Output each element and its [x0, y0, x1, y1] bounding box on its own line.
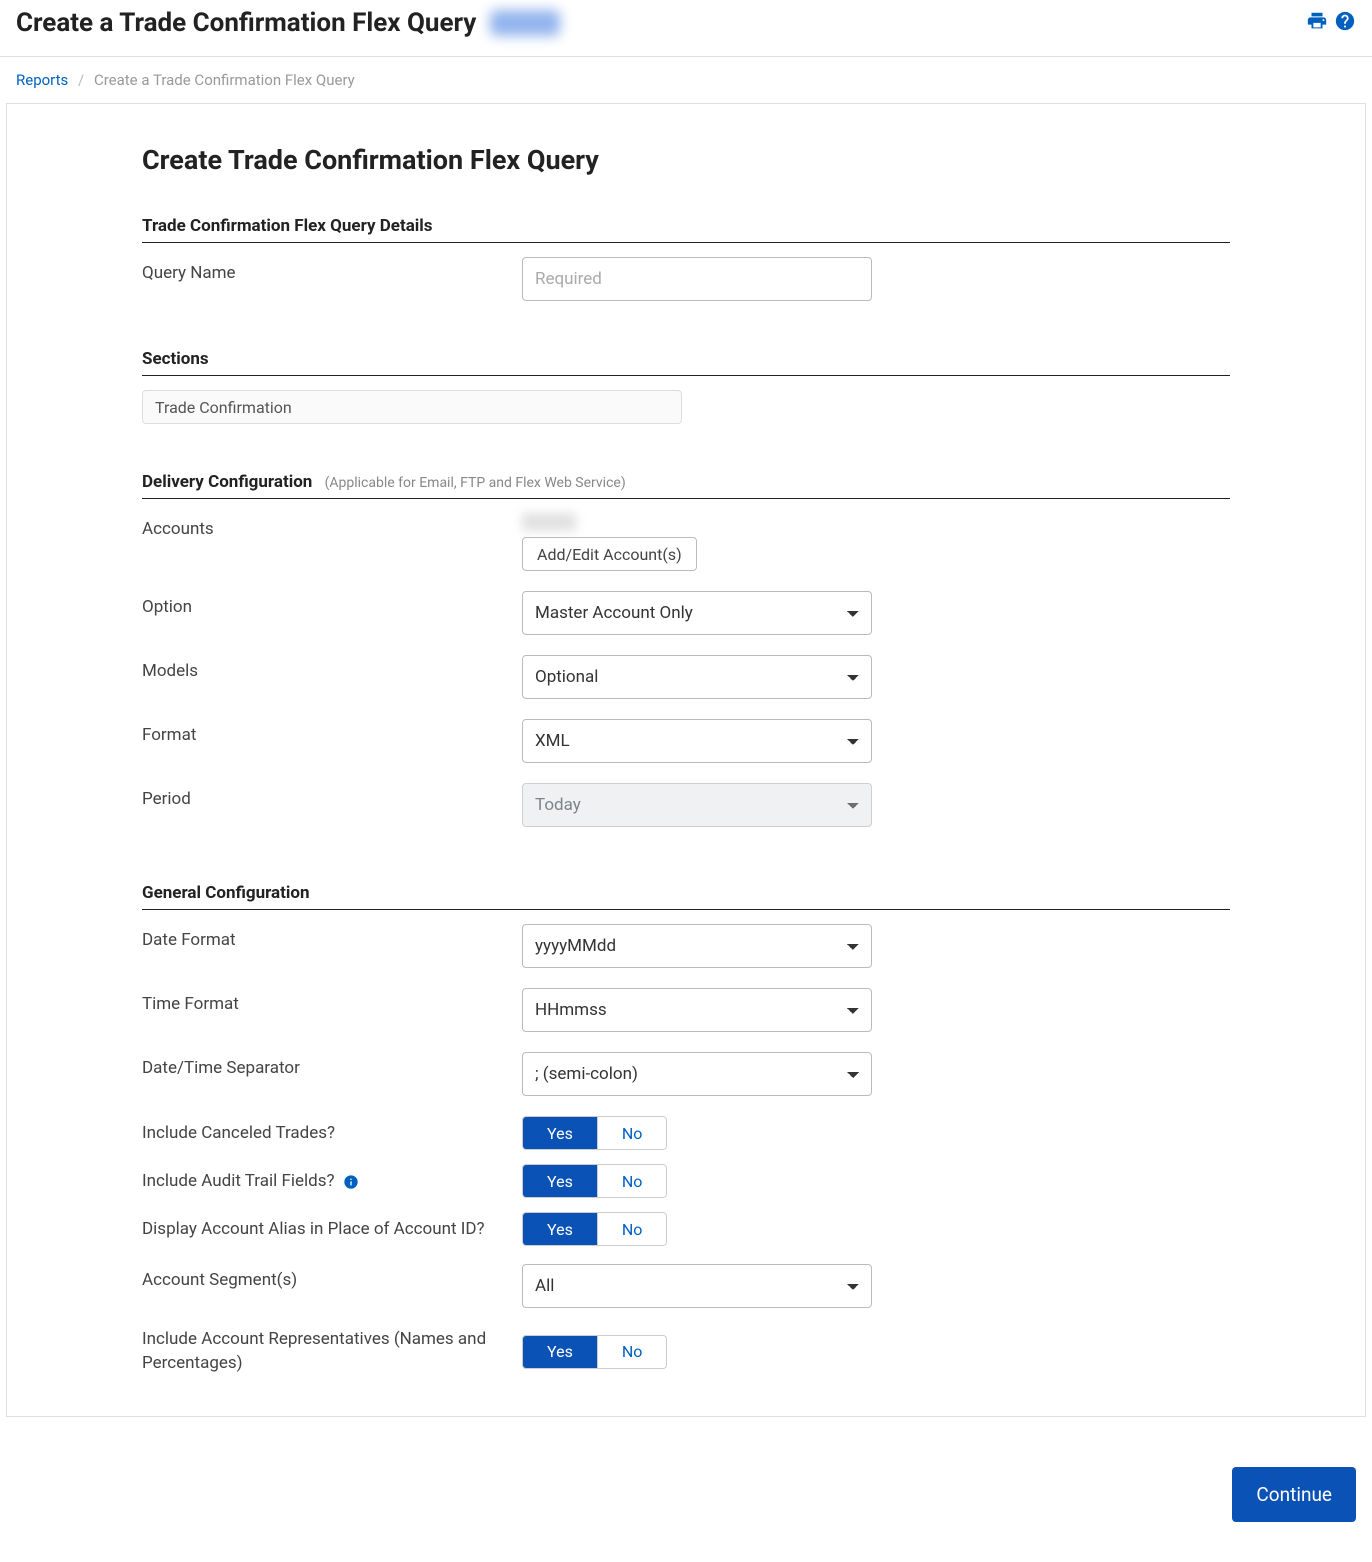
- select-period: Today: [522, 783, 872, 827]
- label-time-format: Time Format: [142, 988, 522, 1014]
- toggle-alias: Yes No: [522, 1212, 667, 1246]
- breadcrumb: Reports / Create a Trade Confirmation Fl…: [0, 57, 1372, 103]
- row-format: Format XML: [142, 719, 1230, 763]
- label-date-format: Date Format: [142, 924, 522, 950]
- select-format[interactable]: XML: [522, 719, 872, 763]
- toggle-canceled-no[interactable]: No: [597, 1117, 667, 1149]
- label-alias: Display Account Alias in Place of Accoun…: [142, 1219, 522, 1239]
- footer-actions: Continue: [0, 1447, 1372, 1562]
- toggle-audit-no[interactable]: No: [597, 1165, 667, 1197]
- select-separator[interactable]: ; (semi-colon): [522, 1052, 872, 1096]
- form-card: Create Trade Confirmation Flex Query Tra…: [6, 103, 1366, 1417]
- header-actions: [1306, 10, 1356, 37]
- toggle-reps-yes[interactable]: Yes: [523, 1336, 597, 1368]
- label-reps: Include Account Representatives (Names a…: [142, 1328, 522, 1376]
- label-segments: Account Segment(s): [142, 1264, 522, 1290]
- toggle-reps: Yes No: [522, 1335, 667, 1369]
- row-segments: Account Segment(s) All: [142, 1264, 1230, 1308]
- form-title: Create Trade Confirmation Flex Query: [142, 144, 1230, 176]
- header-bar: Create a Trade Confirmation Flex Query: [0, 0, 1372, 57]
- input-sections[interactable]: [142, 390, 682, 424]
- label-period: Period: [142, 783, 522, 809]
- row-option: Option Master Account Only: [142, 591, 1230, 635]
- row-models: Models Optional: [142, 655, 1230, 699]
- row-time-format: Time Format HHmmss: [142, 988, 1230, 1032]
- label-separator: Date/Time Separator: [142, 1052, 522, 1078]
- toggle-canceled: Yes No: [522, 1116, 667, 1150]
- section-details-header: Trade Confirmation Flex Query Details: [142, 216, 1230, 243]
- delivery-heading-text: Delivery Configuration: [142, 472, 312, 492]
- account-value-blur: [522, 513, 576, 531]
- row-alias: Display Account Alias in Place of Accoun…: [142, 1212, 1230, 1246]
- delivery-hint: (Applicable for Email, FTP and Flex Web …: [325, 475, 626, 491]
- select-option[interactable]: Master Account Only: [522, 591, 872, 635]
- label-canceled: Include Canceled Trades?: [142, 1123, 522, 1143]
- toggle-canceled-yes[interactable]: Yes: [523, 1117, 597, 1149]
- print-icon[interactable]: [1306, 10, 1328, 37]
- account-badge-blur: [490, 10, 560, 36]
- select-date-format[interactable]: yyyyMMdd: [522, 924, 872, 968]
- toggle-audit: Yes No: [522, 1164, 667, 1198]
- row-reps: Include Account Representatives (Names a…: [142, 1328, 1230, 1376]
- row-date-format: Date Format yyyyMMdd: [142, 924, 1230, 968]
- row-canceled: Include Canceled Trades? Yes No: [142, 1116, 1230, 1150]
- label-format: Format: [142, 719, 522, 745]
- row-audit: Include Audit Trail Fields? Yes No: [142, 1164, 1230, 1198]
- row-accounts: Accounts Add/Edit Account(s): [142, 513, 1230, 571]
- row-separator: Date/Time Separator ; (semi-colon): [142, 1052, 1230, 1096]
- toggle-alias-no[interactable]: No: [597, 1213, 667, 1245]
- section-general-header: General Configuration: [142, 883, 1230, 910]
- continue-button[interactable]: Continue: [1232, 1467, 1356, 1522]
- row-period: Period Today: [142, 783, 1230, 827]
- page-title: Create a Trade Confirmation Flex Query: [16, 8, 476, 38]
- label-query-name: Query Name: [142, 257, 522, 283]
- label-audit-text: Include Audit Trail Fields?: [142, 1171, 335, 1191]
- label-models: Models: [142, 655, 522, 681]
- header-left: Create a Trade Confirmation Flex Query: [16, 8, 560, 38]
- breadcrumb-root[interactable]: Reports: [16, 71, 68, 89]
- label-option: Option: [142, 591, 522, 617]
- select-time-format[interactable]: HHmmss: [522, 988, 872, 1032]
- section-sections-header: Sections: [142, 349, 1230, 376]
- help-icon[interactable]: [1334, 10, 1356, 37]
- add-edit-accounts-button[interactable]: Add/Edit Account(s): [522, 537, 697, 571]
- select-models[interactable]: Optional: [522, 655, 872, 699]
- toggle-audit-yes[interactable]: Yes: [523, 1165, 597, 1197]
- toggle-alias-yes[interactable]: Yes: [523, 1213, 597, 1245]
- toggle-reps-no[interactable]: No: [597, 1336, 667, 1368]
- row-query-name: Query Name: [142, 257, 1230, 301]
- label-audit: Include Audit Trail Fields?: [142, 1171, 522, 1191]
- section-delivery-header: Delivery Configuration (Applicable for E…: [142, 472, 1230, 499]
- input-query-name[interactable]: [522, 257, 872, 301]
- label-accounts: Accounts: [142, 513, 522, 539]
- breadcrumb-sep: /: [78, 71, 84, 89]
- select-segments[interactable]: All: [522, 1264, 872, 1308]
- breadcrumb-current: Create a Trade Confirmation Flex Query: [94, 71, 355, 89]
- info-icon[interactable]: [343, 1174, 359, 1190]
